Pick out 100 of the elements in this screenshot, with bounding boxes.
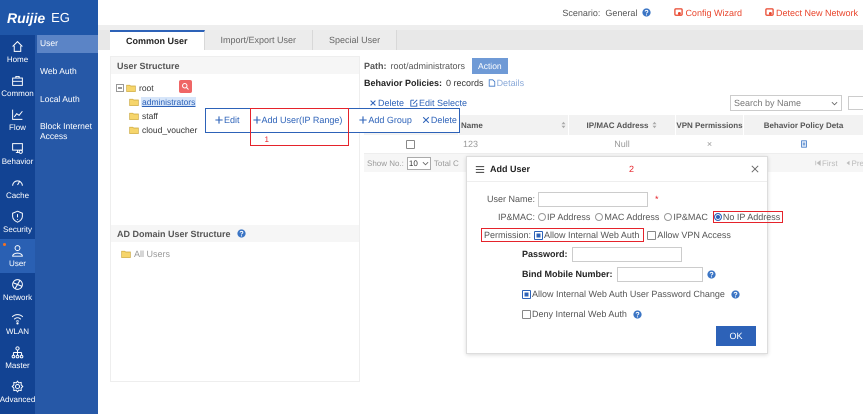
panel-title: User Structure <box>117 60 180 70</box>
help-icon[interactable] <box>632 310 642 318</box>
annotation-number: 2 <box>629 164 634 174</box>
help-icon[interactable] <box>642 8 652 17</box>
help-icon[interactable] <box>236 229 246 238</box>
page-size-label: Show No.: <box>367 158 404 168</box>
close-icon <box>369 99 377 107</box>
nav-item[interactable]: WLAN <box>0 307 35 341</box>
tab[interactable]: Special User <box>313 30 398 50</box>
gear-icon <box>11 380 24 393</box>
nav-item[interactable]: Common <box>0 69 35 103</box>
folder-icon <box>121 250 131 258</box>
field-label: Permission: <box>484 230 532 240</box>
table-cell: × <box>676 135 744 153</box>
password-field[interactable] <box>572 246 682 262</box>
collapse-icon[interactable] <box>116 84 124 92</box>
nav-item[interactable]: Security <box>0 205 35 239</box>
policies-count: 0 records <box>446 78 484 88</box>
tree-node[interactable]: administrators <box>141 97 196 107</box>
help-icon[interactable] <box>730 290 740 298</box>
nav-item[interactable]: User <box>0 239 35 273</box>
radio-button[interactable] <box>664 213 672 221</box>
search-button[interactable] <box>179 80 192 93</box>
radio-option[interactable]: No IP Address <box>714 212 780 222</box>
checkbox[interactable] <box>647 230 656 240</box>
toolbar-link[interactable]: Edit Selecte <box>410 98 468 108</box>
table-cell: Null <box>569 135 676 153</box>
radio-option[interactable]: MAC Address <box>595 212 660 222</box>
shield-icon <box>11 210 24 223</box>
total-count: Total C <box>434 158 459 168</box>
row-checkbox[interactable] <box>406 140 415 148</box>
hierarchy-icon <box>11 346 24 359</box>
radio-button[interactable] <box>595 213 604 221</box>
checkbox[interactable] <box>534 230 544 240</box>
briefcase-icon <box>11 74 24 87</box>
nav-item[interactable]: Cache <box>0 171 35 205</box>
menu-item[interactable]: Edit <box>215 109 240 131</box>
mobile-number-field[interactable] <box>616 266 702 282</box>
checkbox-option[interactable]: Allow VPN Access <box>647 230 731 240</box>
field-label: IP&MAC: <box>496 212 535 222</box>
wifi-icon <box>11 312 24 325</box>
checkbox[interactable] <box>522 310 531 318</box>
header-link[interactable]: Detect New Network <box>764 8 858 18</box>
menu-item[interactable]: Add Group <box>359 109 412 131</box>
radio-option[interactable]: IP&MAC <box>664 212 708 222</box>
user-name-field[interactable] <box>538 192 648 206</box>
column-header[interactable]: IP/MAC Address <box>569 115 676 135</box>
annotation-number: 1 <box>264 136 269 144</box>
search-type-dropdown[interactable]: Search by Name <box>730 95 842 111</box>
submenu-item[interactable]: User <box>37 35 98 53</box>
tree-node[interactable]: root <box>138 83 155 93</box>
document-icon[interactable] <box>800 140 808 148</box>
tab[interactable]: Common User <box>110 30 205 50</box>
submenu-item[interactable]: Block Internet Access <box>37 118 98 146</box>
nav-item[interactable]: Behavior <box>0 137 35 171</box>
help-icon[interactable] <box>706 270 716 278</box>
plus-icon <box>252 116 261 124</box>
nav-item[interactable]: Flow <box>0 103 35 137</box>
submenu-item[interactable]: Web Auth <box>37 62 98 81</box>
nav-item[interactable]: Master <box>0 341 35 375</box>
checkbox-option[interactable]: Allow Internal Web Auth User Password Change <box>522 289 725 299</box>
page-size-dropdown[interactable]: 10 <box>406 156 431 170</box>
nav-item[interactable]: Home <box>0 35 35 69</box>
tree-node[interactable]: cloud_voucher <box>141 125 198 135</box>
ok-button[interactable]: OK <box>716 326 756 346</box>
column-header[interactable]: VPN Permissions <box>676 115 744 135</box>
field-label: Password: <box>522 249 568 259</box>
checkbox[interactable] <box>522 290 531 298</box>
checkbox-option[interactable]: Allow Internal Web Auth <box>534 230 640 240</box>
submenu-item[interactable]: Local Auth <box>37 90 98 108</box>
tab[interactable]: Import/Export User <box>204 30 314 50</box>
sort-icon[interactable] <box>652 121 658 129</box>
globe-icon <box>11 278 24 291</box>
column-header[interactable]: Behavior Policy Deta <box>744 115 863 135</box>
radio-button[interactable] <box>714 213 722 221</box>
close-icon <box>422 116 430 124</box>
search-icon <box>181 82 190 91</box>
toolbar-link[interactable]: Delete <box>369 98 404 108</box>
first-page-icon <box>814 160 821 166</box>
brand-logo: Ruijie EG <box>0 0 98 35</box>
monitor-icon <box>11 142 24 155</box>
path-value: root/administrators <box>390 61 466 71</box>
tree-node[interactable]: staff <box>141 111 159 121</box>
search-field[interactable] <box>848 96 863 110</box>
path-label: Path: <box>364 61 386 71</box>
menu-item[interactable]: Delete <box>422 109 457 131</box>
plus-icon <box>359 116 368 124</box>
radio-option[interactable]: IP Address <box>538 212 590 222</box>
nav-item[interactable]: Network <box>0 273 35 307</box>
checkbox-option[interactable]: Deny Internal Web Auth <box>522 309 627 319</box>
radio-button[interactable] <box>538 213 546 221</box>
active-dot <box>3 243 6 246</box>
header-link[interactable]: Config Wizard <box>674 8 742 18</box>
menu-icon[interactable] <box>475 164 485 174</box>
sort-icon[interactable] <box>561 121 566 129</box>
close-icon[interactable] <box>751 165 759 173</box>
policies-label: Behavior Policies: <box>364 78 442 88</box>
nav-item[interactable]: Advanced <box>0 375 35 409</box>
menu-item[interactable]: Add User(IP Range) <box>252 108 342 130</box>
required-mark: * <box>655 194 659 204</box>
